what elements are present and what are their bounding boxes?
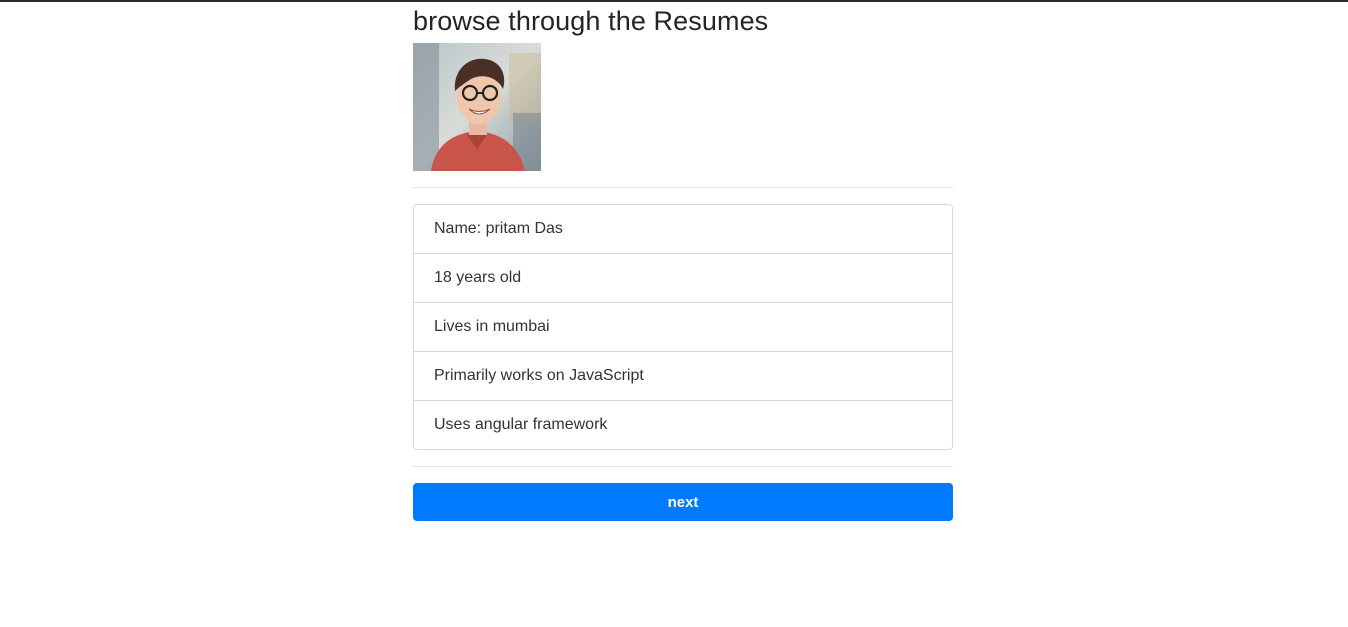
page-title: browse through the Resumes	[413, 6, 769, 36]
person-photo-icon	[413, 43, 541, 171]
divider-bottom	[413, 466, 953, 467]
detail-name: Name: pritam Das	[414, 205, 952, 254]
next-button[interactable]: next	[413, 483, 953, 521]
detail-framework: Uses angular framework	[434, 416, 608, 433]
detail-primary-language: Primarily works on JavaScript	[414, 352, 952, 401]
avatar	[413, 43, 541, 171]
divider-top	[413, 187, 953, 188]
detail-age: 18 years old	[414, 254, 952, 303]
profile-details-list: Name: pritam Das 18 years old Lives in m…	[413, 204, 953, 450]
detail-location: Lives in mumbai	[414, 303, 952, 352]
resume-browser: browse through the Resumes Name: pritam …	[413, 0, 953, 521]
